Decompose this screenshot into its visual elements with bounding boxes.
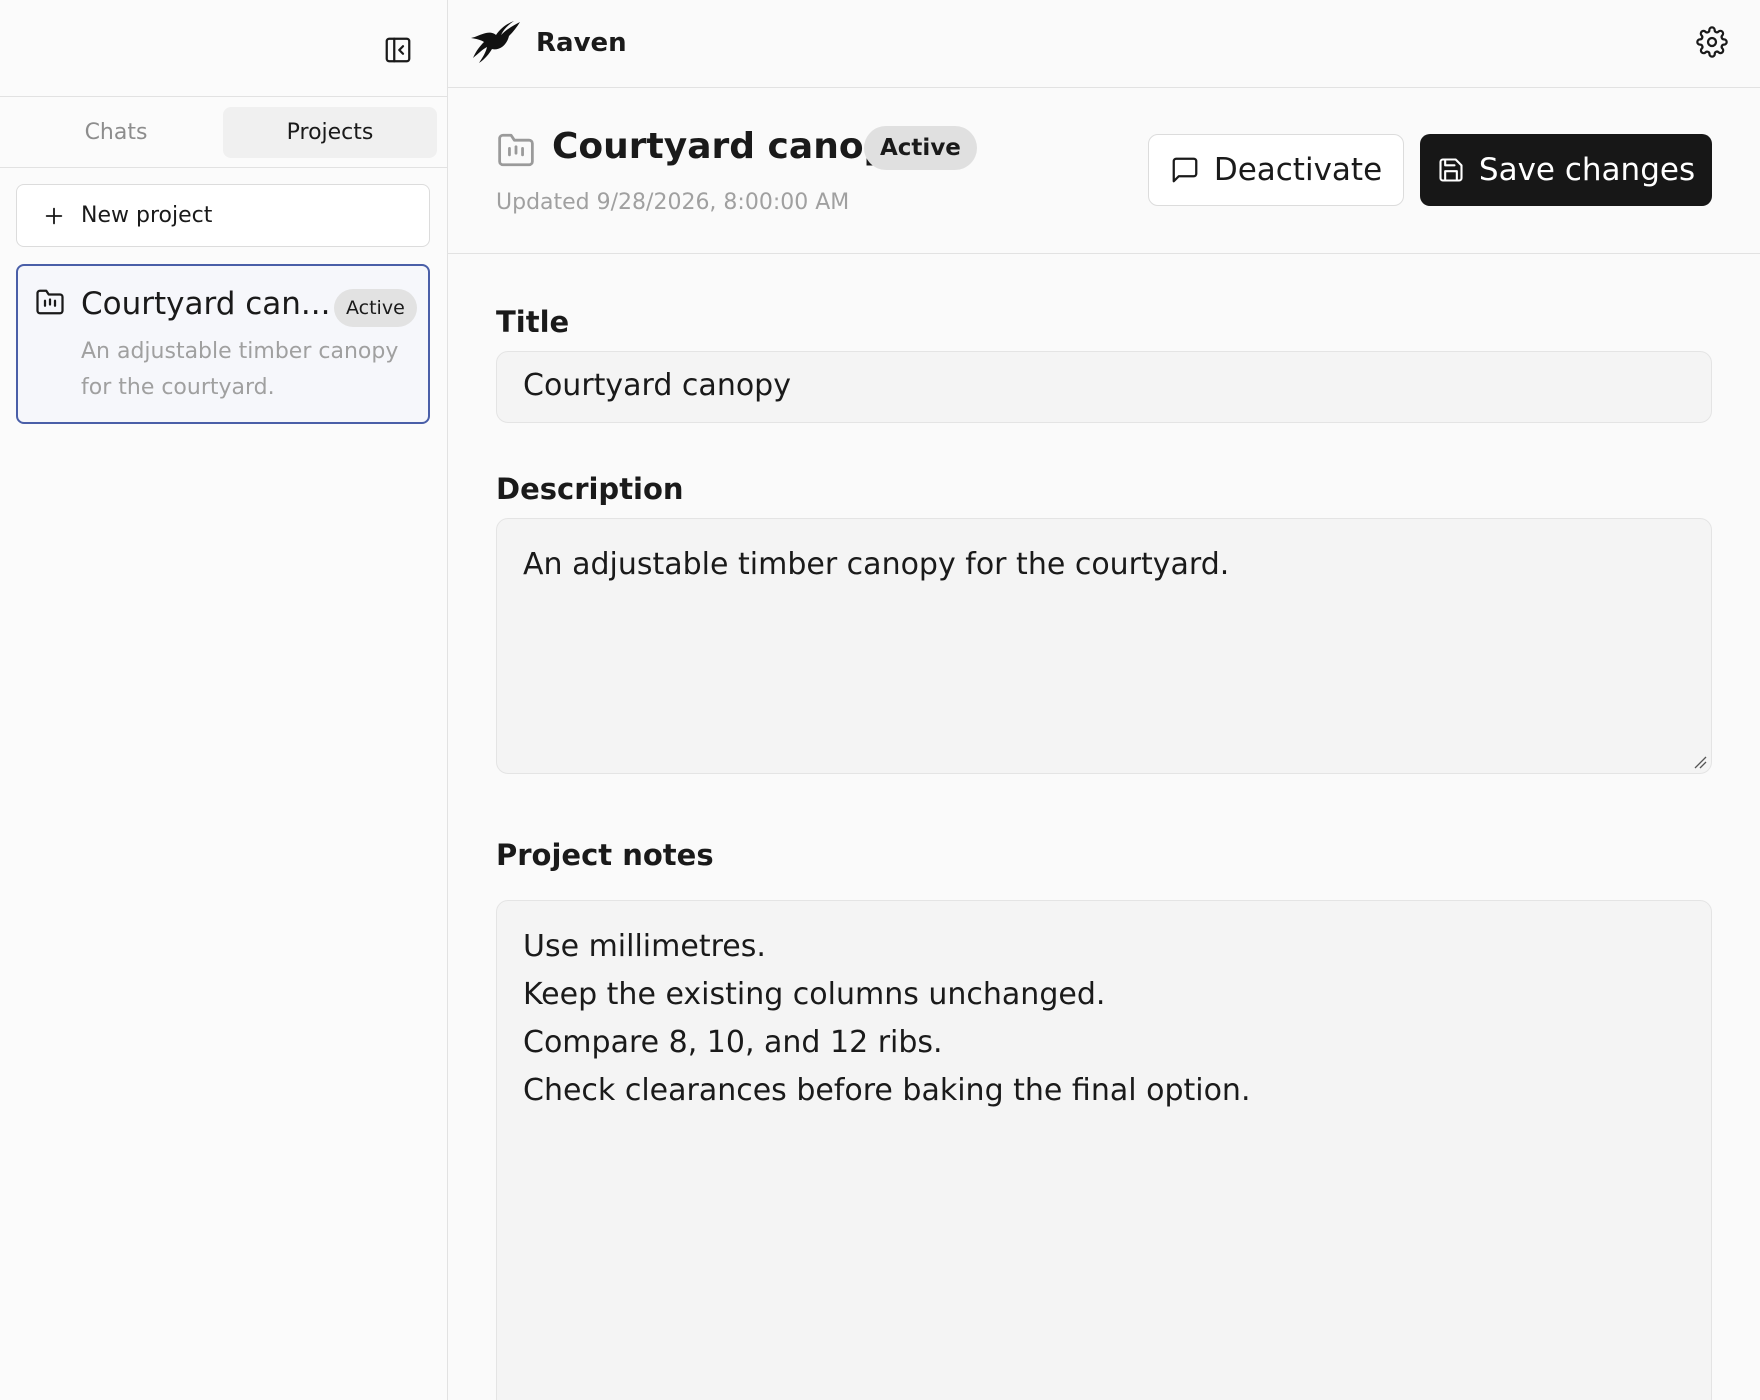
new-project-label: New project <box>81 203 213 228</box>
resize-handle-icon[interactable] <box>1691 753 1707 769</box>
gear-icon <box>1696 26 1728 58</box>
project-header: Courtyard canopy Active Updated 9/28/202… <box>448 88 1760 254</box>
description-text: An adjustable timber canopy for the cour… <box>523 547 1230 582</box>
project-notes-label: Project notes <box>496 838 714 872</box>
project-folder-icon <box>498 133 534 167</box>
sidebar: Chats Projects New project Courtyard can… <box>0 0 448 1400</box>
new-project-button[interactable]: New project <box>16 184 430 247</box>
status-badge: Active <box>864 126 977 170</box>
project-folder-icon <box>36 289 64 315</box>
deactivate-button[interactable]: Deactivate <box>1148 134 1404 206</box>
message-square-icon <box>1172 157 1198 183</box>
save-icon <box>1439 158 1463 182</box>
settings-button[interactable] <box>1696 26 1732 62</box>
updated-timestamp: Updated 9/28/2026, 8:00:00 AM <box>496 190 850 215</box>
sidebar-header <box>0 0 447 97</box>
project-item-title: Courtyard can... <box>81 286 331 322</box>
page-title: Courtyard canopy <box>552 126 913 167</box>
main-panel: Raven Courtyard canopy Active Updated 9/… <box>448 0 1760 1400</box>
save-changes-label: Save changes <box>1478 152 1696 188</box>
topbar: Raven <box>448 0 1760 88</box>
collapse-sidebar-button[interactable] <box>380 32 416 68</box>
description-label: Description <box>496 472 684 506</box>
description-textarea[interactable]: An adjustable timber canopy for the cour… <box>496 518 1712 774</box>
title-input[interactable]: Courtyard canopy <box>496 351 1712 423</box>
save-changes-button[interactable]: Save changes <box>1420 134 1712 206</box>
project-list-item[interactable]: Courtyard can... Active An adjustable ti… <box>16 264 430 424</box>
plus-icon <box>45 207 63 224</box>
project-item-description: An adjustable timber canopy for the cour… <box>81 339 399 400</box>
project-notes-textarea[interactable]: Use millimetres. Keep the existing colum… <box>496 900 1712 1400</box>
sidebar-collapse-icon <box>385 37 411 63</box>
brand-name: Raven <box>536 28 627 58</box>
tab-projects[interactable]: Projects <box>223 106 437 158</box>
deactivate-label: Deactivate <box>1213 152 1383 188</box>
sidebar-tabs: Chats Projects <box>0 97 447 168</box>
tab-chats[interactable]: Chats <box>9 107 223 158</box>
project-item-status-badge: Active <box>334 289 417 327</box>
brand: Raven <box>470 20 627 66</box>
raven-logo-icon <box>471 21 520 63</box>
title-label: Title <box>496 305 570 339</box>
